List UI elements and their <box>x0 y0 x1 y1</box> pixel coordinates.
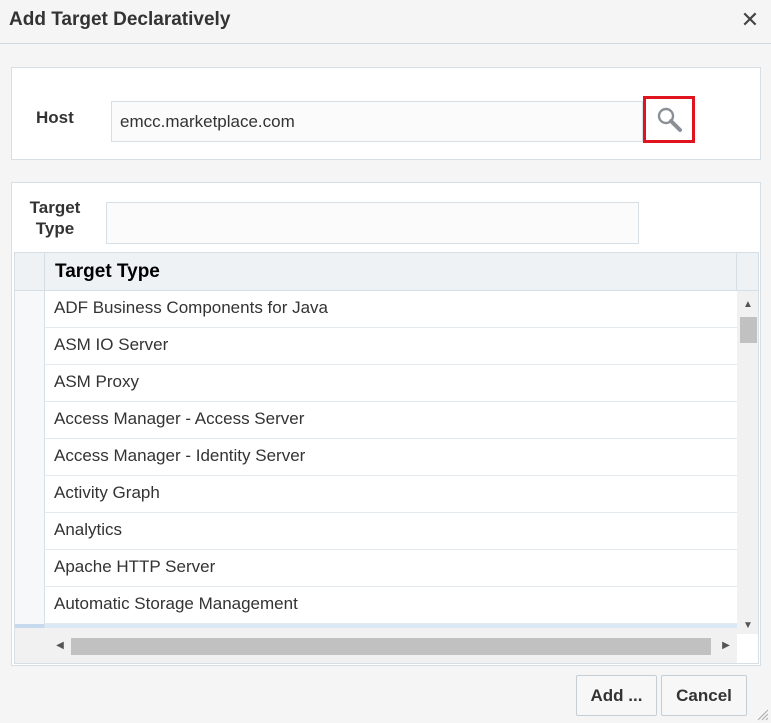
row-selector[interactable] <box>15 328 45 365</box>
target-type-cell: Activity Graph <box>54 483 160 502</box>
scroll-down-arrow-icon[interactable]: ▼ <box>737 617 758 635</box>
table-row[interactable]: Analytics <box>15 513 737 550</box>
row-selector[interactable] <box>15 365 45 402</box>
table-row[interactable]: Access Manager - Identity Server <box>15 439 737 476</box>
table-row[interactable]: Apache HTTP Server <box>15 550 737 587</box>
host-input[interactable] <box>111 101 643 142</box>
target-type-cell: ASM Proxy <box>54 372 140 391</box>
target-type-table: Target Type ADF Business Components for … <box>14 252 759 664</box>
row-selector[interactable] <box>15 587 45 624</box>
table-row[interactable]: ASM IO Server <box>15 328 737 365</box>
close-icon[interactable]: ✕ <box>738 8 762 32</box>
resize-grip-icon[interactable] <box>753 705 769 721</box>
horizontal-scrollbar[interactable]: ◀ ▶ <box>15 628 737 663</box>
row-selector[interactable] <box>15 439 45 476</box>
table-row[interactable]: ASM Proxy <box>15 365 737 402</box>
table-row[interactable]: Activity Graph <box>15 476 737 513</box>
scroll-up-arrow-icon[interactable]: ▲ <box>737 296 758 314</box>
table-row[interactable]: Access Manager - Access Server <box>15 402 737 439</box>
target-type-filter-label: Target Type <box>22 197 88 239</box>
target-type-panel: Target Type Target Type ADF Business Com… <box>11 182 761 666</box>
target-type-cell: Access Manager - Identity Server <box>54 446 306 465</box>
target-type-cell: Analytics <box>54 520 123 539</box>
table-row[interactable]: ADF Business Components for Java <box>15 291 737 328</box>
host-label: Host <box>36 108 74 127</box>
host-panel: Host <box>11 67 761 160</box>
vertical-scrollbar[interactable]: ▲ ▼ <box>737 291 758 635</box>
dialog-title: Add Target Declaratively <box>9 9 231 30</box>
vertical-scroll-thumb[interactable] <box>740 317 757 343</box>
search-icon <box>657 107 682 132</box>
row-selector[interactable] <box>15 291 45 328</box>
table-row[interactable]: Automatic Storage Management <box>15 587 737 624</box>
row-selector-header <box>15 253 45 291</box>
row-selector[interactable] <box>15 513 45 550</box>
table-header: Target Type <box>15 253 758 291</box>
row-selector[interactable] <box>15 476 45 513</box>
target-type-cell: Access Manager - Access Server <box>54 409 305 428</box>
row-selector[interactable] <box>15 550 45 587</box>
target-type-cell: Automatic Storage Management <box>54 594 298 613</box>
target-type-cell: ADF Business Components for Java <box>54 298 329 317</box>
target-type-label-line2: Type <box>35 219 75 238</box>
table-body: ADF Business Components for Java ASM IO S… <box>15 291 737 628</box>
scroll-right-arrow-icon[interactable]: ▶ <box>717 638 735 654</box>
target-type-cell: ASM IO Server <box>54 335 169 354</box>
target-type-label-line1: Target <box>29 198 81 217</box>
add-button[interactable]: Add ... <box>576 675 657 716</box>
horizontal-scroll-thumb[interactable] <box>71 638 711 655</box>
scroll-left-arrow-icon[interactable]: ◀ <box>51 638 69 654</box>
column-header-target-type[interactable]: Target Type <box>45 253 737 291</box>
host-search-button[interactable] <box>643 96 695 143</box>
target-type-cell: Apache HTTP Server <box>54 557 216 576</box>
dialog-titlebar: Add Target Declaratively ✕ <box>0 0 771 44</box>
row-selector[interactable] <box>15 402 45 439</box>
cancel-button[interactable]: Cancel <box>661 675 747 716</box>
target-type-filter-input[interactable] <box>106 202 639 244</box>
